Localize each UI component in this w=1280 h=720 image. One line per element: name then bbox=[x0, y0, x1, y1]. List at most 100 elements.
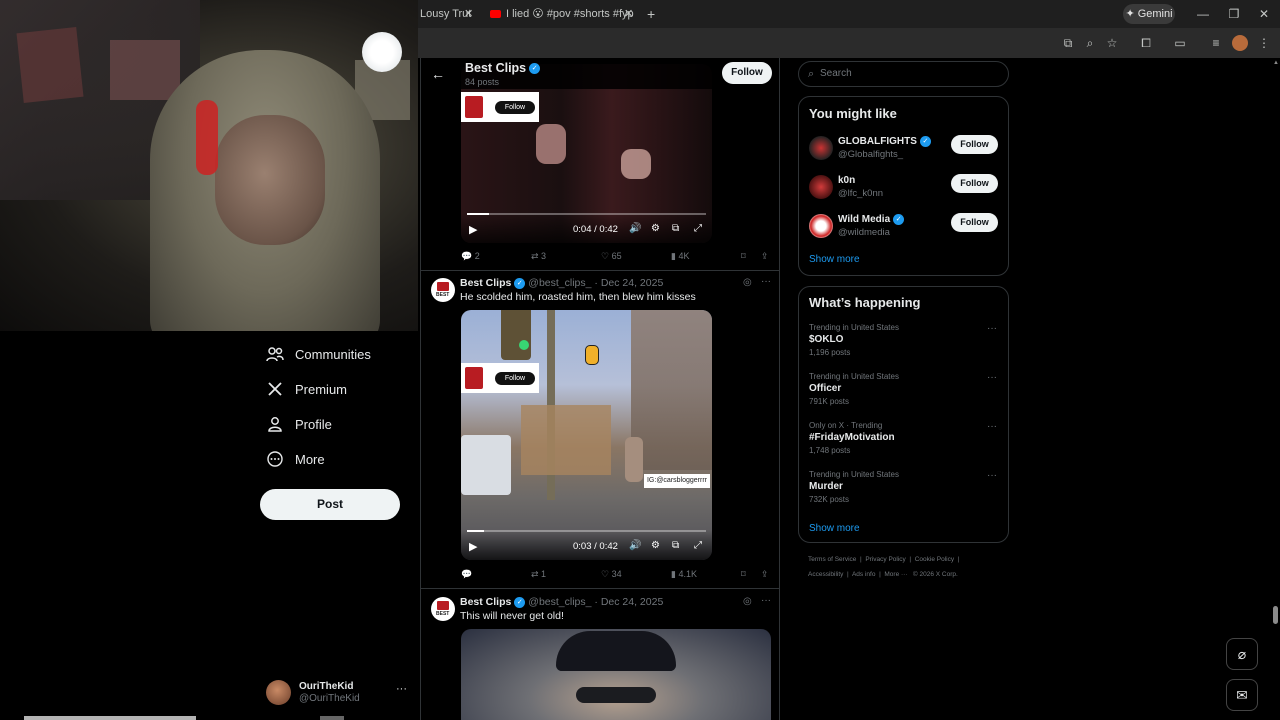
video-progress[interactable] bbox=[467, 213, 706, 215]
install-app-icon[interactable]: ⧉ bbox=[1060, 35, 1076, 51]
post-menu-icon[interactable]: ··· bbox=[761, 595, 771, 606]
show-more-link[interactable]: Show more bbox=[809, 254, 860, 265]
reply-button[interactable]: 💬 bbox=[461, 569, 472, 580]
pip-icon[interactable]: ⧉ bbox=[672, 540, 679, 551]
copyright: © 2026 X Corp. bbox=[912, 571, 958, 578]
post-divider bbox=[421, 270, 779, 271]
settings-icon[interactable]: ⚙ bbox=[651, 540, 660, 551]
trend-item[interactable]: Only on X · Trending #FridayMotivation 1,7… bbox=[809, 421, 999, 465]
who-to-follow-card: You might like GLOBALFIGHTS ✓ @Globalfigh… bbox=[798, 96, 1009, 276]
post-menu-icon[interactable]: ··· bbox=[761, 276, 771, 287]
post-button[interactable]: Post bbox=[260, 489, 400, 520]
volume-icon[interactable]: 🔊 bbox=[629, 540, 641, 551]
follow-button[interactable]: Follow bbox=[722, 62, 772, 84]
play-icon[interactable]: ▶ bbox=[469, 540, 477, 553]
video-progress[interactable] bbox=[467, 530, 706, 532]
post-author[interactable]: Best Clips bbox=[460, 277, 511, 289]
footer-link[interactable]: Ads info bbox=[852, 571, 876, 578]
maximize-button[interactable]: ❐ bbox=[1224, 4, 1244, 24]
follow-button[interactable]: Follow bbox=[951, 135, 998, 154]
footer-link[interactable]: Terms of Service bbox=[808, 556, 856, 563]
tab-close-icon[interactable]: ✕ bbox=[624, 4, 634, 24]
video-player[interactable]: Follow ▶ 0:04 / 0:42 🔊 ⚙ ⧉ ⤢ bbox=[461, 64, 712, 243]
trend-item[interactable]: Trending in United States Officer 791K pos… bbox=[809, 372, 999, 416]
post-date[interactable]: · Dec 24, 2025 bbox=[594, 596, 663, 608]
more-dots-icon[interactable]: ··· bbox=[987, 372, 997, 383]
browser-menu-icon[interactable]: ⋮ bbox=[1256, 35, 1272, 51]
footer-link[interactable]: More ··· bbox=[884, 571, 907, 578]
post-handle[interactable]: @best_clips_ bbox=[528, 596, 591, 608]
footer-link[interactable]: Accessibility bbox=[808, 571, 843, 578]
post-text: He scolded him, roasted him, then blew h… bbox=[460, 291, 696, 303]
footer-link[interactable]: Cookie Policy bbox=[915, 556, 954, 563]
views-button[interactable]: ▮ 4K bbox=[671, 251, 689, 262]
new-tab-button[interactable]: + bbox=[647, 4, 659, 24]
trend-item[interactable]: Trending in United States Murder 732K post… bbox=[809, 470, 999, 514]
bookmark-icon[interactable]: ⌑ bbox=[741, 251, 746, 262]
bookmark-star-icon[interactable]: ☆ bbox=[1104, 35, 1120, 51]
gemini-button[interactable]: ✦ Gemini bbox=[1123, 4, 1175, 24]
post-avatar[interactable]: BEST bbox=[431, 597, 455, 621]
post-avatar[interactable]: BEST bbox=[431, 278, 455, 302]
account-switcher[interactable]: OuriTheKid @OuriTheKid ··· bbox=[266, 678, 416, 708]
tab-close-icon[interactable]: ✕ bbox=[464, 4, 474, 24]
follow-button[interactable]: Follow bbox=[951, 174, 998, 193]
window-close-button[interactable]: ✕ bbox=[1254, 4, 1274, 24]
browser-tab-active[interactable]: I lied 😮 #pov #shorts #fyp #su bbox=[488, 4, 636, 24]
post-date[interactable]: · Dec 24, 2025 bbox=[594, 277, 663, 289]
post-handle[interactable]: @best_clips_ bbox=[528, 277, 591, 289]
views-button[interactable]: ▮ 4.1K bbox=[671, 569, 697, 580]
like-button[interactable]: ♡ 34 bbox=[601, 569, 622, 580]
more-dots-icon[interactable]: ··· bbox=[987, 470, 997, 481]
nav-item-more[interactable]: More bbox=[265, 447, 325, 471]
post-header: Best Clips ✓ @best_clips_ · Dec 24, 2025 bbox=[460, 277, 663, 291]
zoom-icon[interactable]: ⌕ bbox=[1082, 35, 1098, 51]
repost-button[interactable]: ⇄ 3 bbox=[531, 251, 546, 262]
suggested-user[interactable]: Wild Media ✓ @wildmedia Follow bbox=[809, 212, 999, 242]
nav-item-profile[interactable]: Profile bbox=[265, 412, 332, 436]
nav-item-premium[interactable]: Premium bbox=[265, 377, 347, 401]
grok-button[interactable]: ⌀ bbox=[1226, 638, 1258, 670]
scroll-up-icon[interactable]: ▲ bbox=[1273, 60, 1279, 66]
extensions-icon[interactable]: ⧠ bbox=[1138, 35, 1154, 51]
scrollbar[interactable]: ▲ bbox=[1272, 58, 1280, 720]
pip-icon[interactable]: ⧉ bbox=[672, 223, 679, 234]
side-panel-icon[interactable]: ▭ bbox=[1172, 35, 1188, 51]
account-handle: @OuriTheKid bbox=[299, 693, 360, 704]
fullscreen-icon[interactable]: ⤢ bbox=[694, 223, 702, 234]
like-button[interactable]: ♡ 65 bbox=[601, 251, 622, 262]
media-controls-icon[interactable]: ≡ bbox=[1208, 35, 1224, 51]
bookmark-icon[interactable]: ⌑ bbox=[741, 569, 746, 580]
watermark: Follow bbox=[461, 92, 539, 122]
user-name: Wild Media ✓ bbox=[838, 214, 905, 225]
suggested-user[interactable]: k0n @lfc_k0nn Follow bbox=[809, 173, 999, 203]
user-handle: @wildmedia bbox=[838, 227, 890, 238]
grok-icon[interactable]: ◎ bbox=[743, 277, 752, 288]
scrollbar-thumb[interactable] bbox=[1273, 606, 1278, 624]
trend-item[interactable]: Trending in United States $OKLO 1,196 post… bbox=[809, 323, 999, 367]
settings-icon[interactable]: ⚙ bbox=[651, 223, 660, 234]
user-name: GLOBALFIGHTS ✓ bbox=[838, 136, 931, 147]
grok-icon[interactable]: ◎ bbox=[743, 596, 752, 607]
follow-button[interactable]: Follow bbox=[951, 213, 998, 232]
more-dots-icon[interactable]: ··· bbox=[987, 323, 997, 334]
footer-link[interactable]: Privacy Policy bbox=[865, 556, 905, 563]
share-icon[interactable]: ⇪ bbox=[761, 569, 769, 580]
minimize-button[interactable]: — bbox=[1193, 4, 1213, 24]
suggested-user[interactable]: GLOBALFIGHTS ✓ @Globalfights_ Follow bbox=[809, 134, 999, 164]
profile-avatar-icon[interactable] bbox=[1232, 35, 1248, 51]
nav-item-communities[interactable]: Communities bbox=[265, 342, 371, 366]
more-dots-icon[interactable]: ··· bbox=[987, 421, 997, 432]
repost-button[interactable]: ⇄ 1 bbox=[531, 569, 546, 580]
messages-button[interactable]: ✉ bbox=[1226, 679, 1258, 711]
reply-button[interactable]: 💬 2 bbox=[461, 251, 480, 262]
search-input[interactable]: ⌕ Search bbox=[798, 61, 1009, 87]
show-more-link[interactable]: Show more bbox=[809, 523, 860, 534]
video-player[interactable] bbox=[461, 629, 771, 720]
back-arrow-icon[interactable]: ← bbox=[431, 66, 445, 82]
post-author[interactable]: Best Clips bbox=[460, 596, 511, 608]
volume-icon[interactable]: 🔊 bbox=[629, 223, 641, 234]
fullscreen-icon[interactable]: ⤢ bbox=[694, 540, 702, 551]
play-icon[interactable]: ▶ bbox=[469, 223, 477, 236]
share-icon[interactable]: ⇪ bbox=[761, 251, 769, 262]
